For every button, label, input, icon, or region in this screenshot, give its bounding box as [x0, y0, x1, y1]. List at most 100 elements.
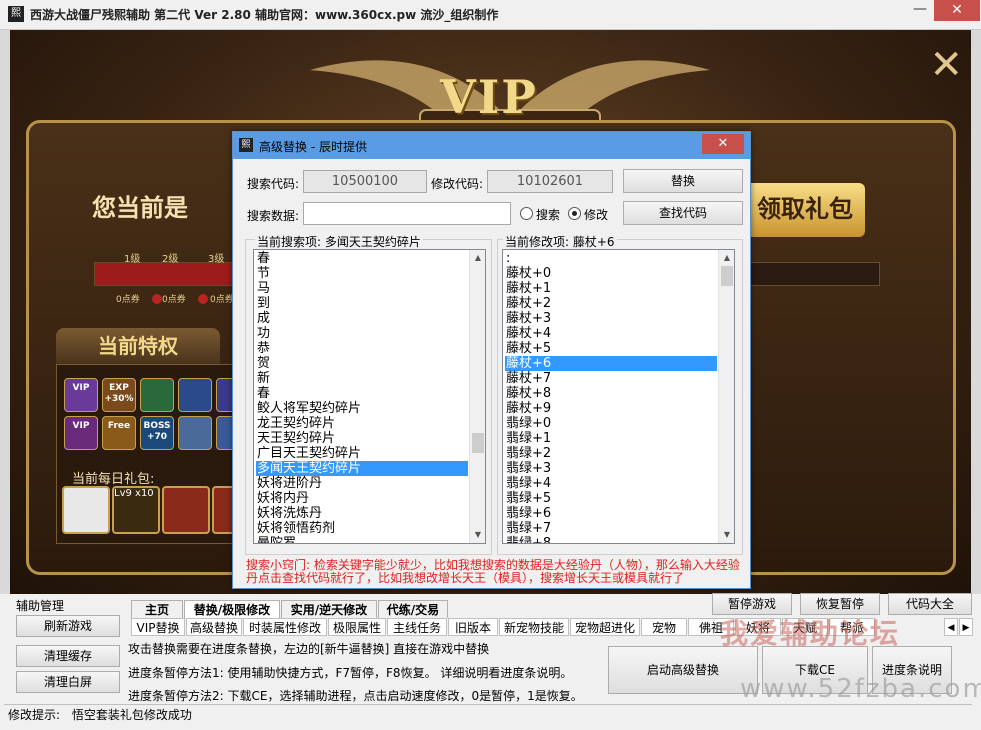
list-item[interactable]: 曼陀罗 [256, 536, 468, 543]
list-item[interactable]: 藤杖+7 [505, 371, 717, 386]
list-item[interactable]: 天王契约碎片 [256, 431, 468, 446]
list-item[interactable]: 藤杖+8 [505, 386, 717, 401]
free-privilege-icon[interactable]: Free [102, 416, 136, 450]
subtab-pet-evolve[interactable]: 宠物超进化 [570, 618, 640, 636]
list-scrollbar[interactable]: ▲ ▼ [718, 250, 734, 543]
game-close-icon[interactable]: ✕ [929, 42, 963, 88]
subtab-old-version[interactable]: 旧版本 [448, 618, 498, 636]
list-item[interactable]: 龙王契约碎片 [256, 416, 468, 431]
forum-watermark: 我爱辅助论坛 [720, 617, 901, 650]
list-item[interactable]: 藤杖+9 [505, 401, 717, 416]
list-item[interactable]: 藤杖+1 [505, 281, 717, 296]
privilege-icon[interactable] [140, 378, 174, 412]
subtab-vip-replace[interactable]: VIP替换 [131, 618, 185, 636]
list-item[interactable]: 翡绿+5 [505, 491, 717, 506]
replace-button[interactable]: 替换 [623, 169, 743, 193]
vip-privilege-icon[interactable]: VIP [64, 378, 98, 412]
scroll-up-icon[interactable]: ▲ [470, 250, 485, 266]
modify-results-list[interactable]: ▲ ▼ : 藤杖+0 藤杖+1 藤杖+2 藤杖+3 藤杖+4 藤杖+5 藤杖+6 藤杖+7 藤杖+… [502, 249, 735, 544]
daily-item-hero-icon[interactable] [162, 486, 210, 534]
list-item[interactable]: 妖将领悟药剂 [256, 521, 468, 536]
list-item[interactable]: 春 [256, 251, 468, 266]
scroll-down-icon[interactable]: ▼ [719, 527, 734, 543]
list-item[interactable]: 翡绿+7 [505, 521, 717, 536]
subtab-pet[interactable]: 宠物 [641, 618, 687, 636]
boss-privilege-icon[interactable]: BOSS +70 [140, 416, 174, 450]
privilege-icon[interactable] [178, 416, 212, 450]
privilege-icon[interactable] [178, 378, 212, 412]
list-item[interactable]: 妖将内丹 [256, 491, 468, 506]
tab-home[interactable]: 主页 [131, 600, 183, 618]
list-item[interactable]: 马 [256, 281, 468, 296]
tab-practical[interactable]: 实用/逆天修改 [281, 600, 377, 618]
search-radio[interactable] [520, 207, 533, 220]
list-item[interactable]: 广目天王契约碎片 [256, 446, 468, 461]
list-item[interactable]: 翡绿+0 [505, 416, 717, 431]
dialog-close-button[interactable]: ✕ [702, 134, 744, 154]
list-item[interactable]: 春 [256, 386, 468, 401]
list-item[interactable]: : [505, 251, 717, 266]
search-data-input[interactable] [303, 202, 511, 225]
close-button[interactable]: ✕ [934, 0, 980, 21]
scroll-down-icon[interactable]: ▼ [470, 527, 485, 543]
list-item[interactable]: 节 [256, 266, 468, 281]
list-item[interactable]: 翡绿+1 [505, 431, 717, 446]
start-advanced-replace-button[interactable]: 启动高级替换 [608, 646, 758, 694]
list-item[interactable]: 藤杖+5 [505, 341, 717, 356]
exp-privilege-icon[interactable]: EXP +30% [102, 378, 136, 412]
code-collection-button[interactable]: 代码大全 [888, 593, 972, 615]
subtab-pet-skill[interactable]: 新宠物技能 [499, 618, 569, 636]
clear-cache-button[interactable]: 清理缓存 [16, 645, 120, 667]
scroll-up-icon[interactable]: ▲ [719, 250, 734, 266]
daily-item-avatar-icon[interactable] [62, 486, 110, 534]
refresh-game-button[interactable]: 刷新游戏 [16, 615, 120, 637]
subtab-main-quest[interactable]: 主线任务 [387, 618, 447, 636]
search-code-field[interactable]: 10500100 [303, 170, 427, 193]
list-item[interactable]: 妖将洗炼丹 [256, 506, 468, 521]
find-code-button[interactable]: 查找代码 [623, 201, 743, 225]
list-item[interactable]: 多闻天王契约碎片 [256, 461, 468, 476]
list-item[interactable]: 翡绿+8 [505, 536, 717, 543]
scroll-thumb[interactable] [472, 433, 484, 453]
hint-line-1: 攻击替换需要在进度条替换，左边的[新牛逼替换] 直接在游戏中替换 [128, 642, 490, 656]
tab-replace-limit[interactable]: 替换/极限修改 [184, 600, 280, 618]
list-item[interactable]: 翡绿+3 [505, 461, 717, 476]
list-item[interactable]: 藤杖+6 [505, 356, 717, 371]
list-item[interactable]: 妖将进阶丹 [256, 476, 468, 491]
list-item[interactable]: 翡绿+2 [505, 446, 717, 461]
clear-white-screen-button[interactable]: 清理白屏 [16, 671, 120, 693]
claim-gift-button[interactable]: 领取礼包 [745, 183, 865, 237]
scroll-thumb[interactable] [721, 266, 733, 286]
modify-code-field[interactable]: 10102601 [487, 170, 613, 193]
list-item[interactable]: 藤杖+0 [505, 266, 717, 281]
search-results-list[interactable]: ▲ ▼ 春节马到成功恭贺新春鲛人将军契约碎片 龙王契约碎片 天王契约碎片 广目天王契约… [253, 249, 486, 544]
subtab-limit-attr[interactable]: 极限属性 [328, 618, 386, 636]
list-item[interactable]: 藤杖+4 [505, 326, 717, 341]
list-item[interactable]: 贺 [256, 356, 468, 371]
minimize-button[interactable]: — [907, 0, 933, 21]
list-scrollbar[interactable]: ▲ ▼ [469, 250, 485, 543]
list-item[interactable]: 到 [256, 296, 468, 311]
list-item[interactable]: 藤杖+3 [505, 311, 717, 326]
list-item[interactable]: 鲛人将军契约碎片 [256, 401, 468, 416]
subtab-fashion[interactable]: 时装属性修改 [243, 618, 327, 636]
search-code-label: 搜索代码: [247, 177, 300, 191]
list-item[interactable]: 恭 [256, 341, 468, 356]
tab-trade[interactable]: 代练/交易 [378, 600, 448, 618]
aux-group-label: 辅助管理 [16, 599, 65, 613]
list-item[interactable]: 藤杖+2 [505, 296, 717, 311]
list-item[interactable]: 翡绿+4 [505, 476, 717, 491]
window-titlebar: 熙 西游大战僵尸残熙辅助 第二代 Ver 2.80 辅助官网：www.360cx… [0, 0, 981, 30]
list-item[interactable]: 翡绿+6 [505, 506, 717, 521]
list-item[interactable]: 功 [256, 326, 468, 341]
dialog-title: 高级替换 - 辰时提供 [259, 140, 367, 154]
current-modify-label: 当前修改项: 藤杖+6 [503, 233, 617, 250]
subtab-advanced-replace[interactable]: 高级替换 [186, 618, 242, 636]
scroll-left-icon[interactable]: ◀ [944, 618, 958, 636]
daily-item-coin-icon[interactable]: Lv9 x10 [112, 486, 160, 534]
vip-privilege-icon[interactable]: VIP [64, 416, 98, 450]
list-item[interactable]: 成 [256, 311, 468, 326]
scroll-right-icon[interactable]: ▶ [959, 618, 973, 636]
list-item[interactable]: 新 [256, 371, 468, 386]
modify-radio[interactable] [568, 207, 581, 220]
